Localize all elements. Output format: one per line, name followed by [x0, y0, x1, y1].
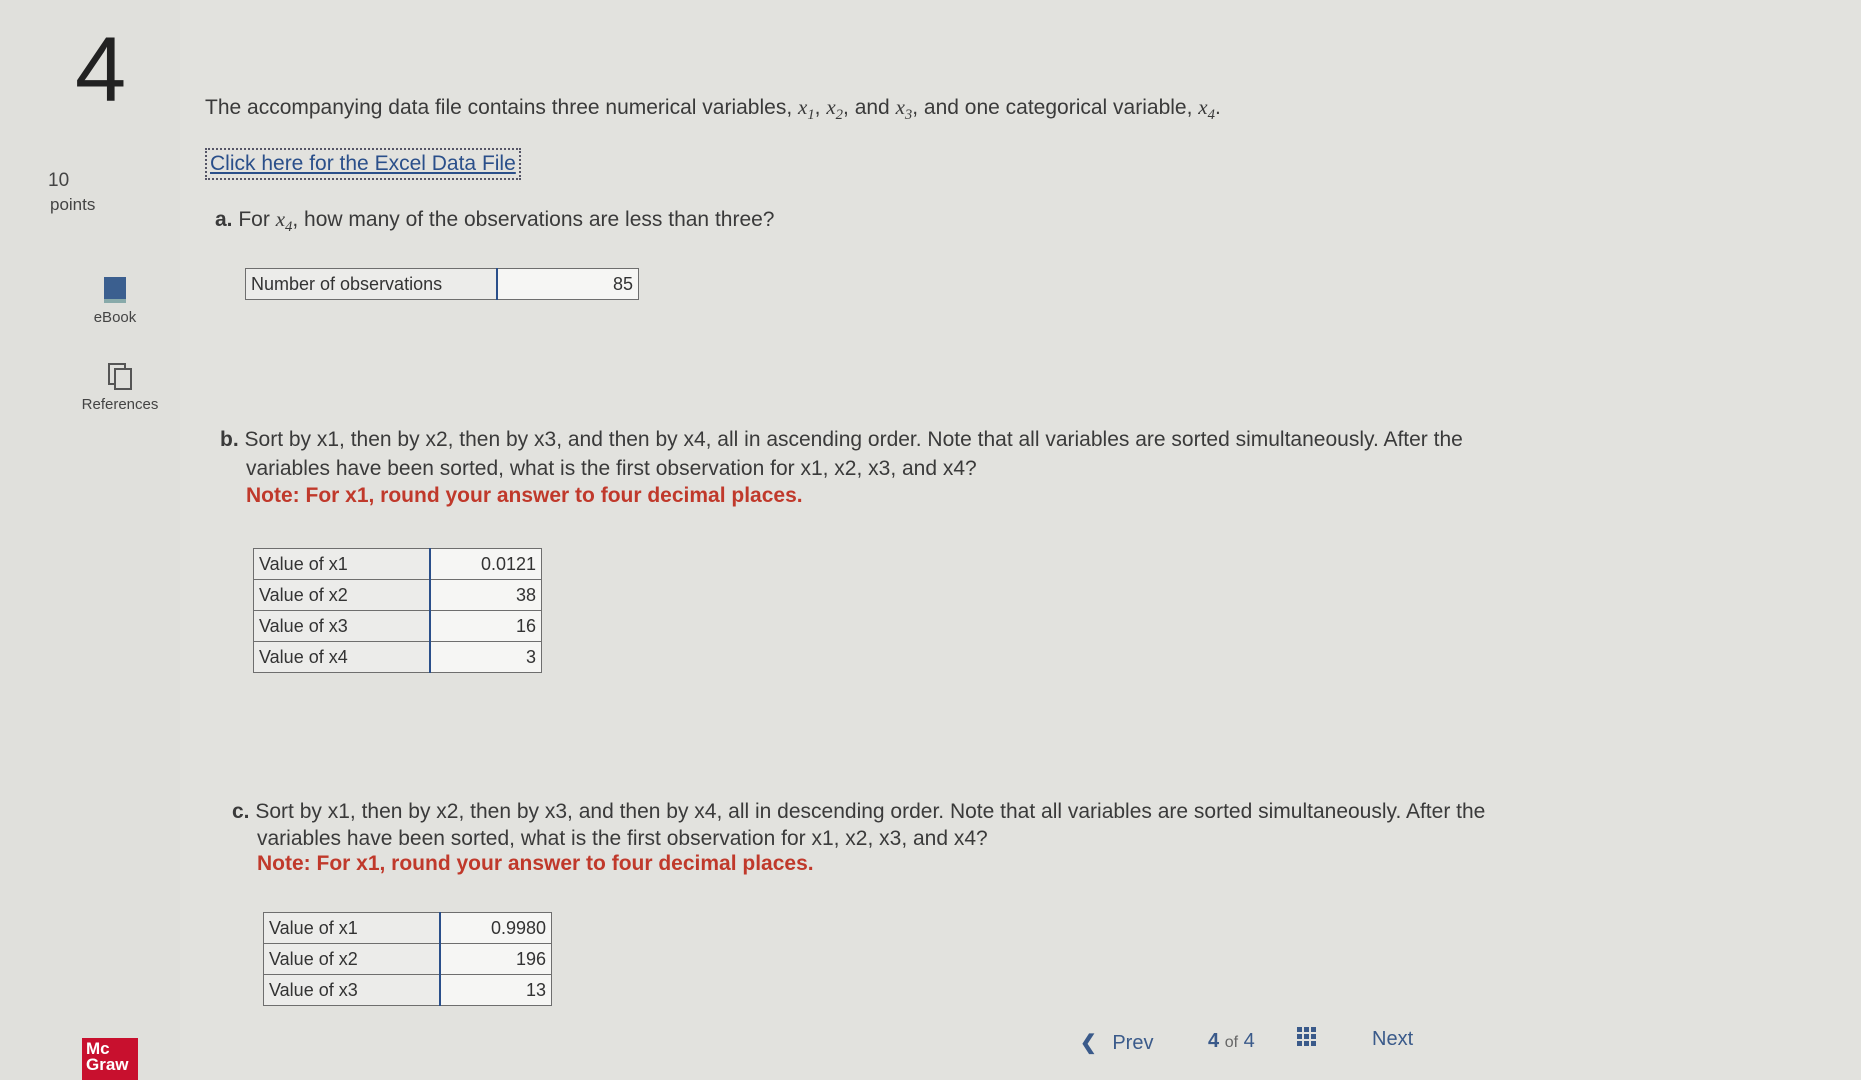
answer-input[interactable]: 3: [429, 641, 542, 673]
part-a-question: a. For x4, how many of the observations …: [215, 207, 775, 236]
references-button[interactable]: References: [70, 362, 170, 413]
part-b-note: Note: For x1, round your answer to four …: [246, 484, 803, 507]
next-button[interactable]: Next: [1372, 1028, 1413, 1051]
part-c-note: Note: For x1, round your answer to four …: [257, 852, 814, 875]
part-c-line1: c. Sort by x1, then by x2, then by x3, a…: [232, 800, 1486, 823]
table-row: Number of observations 85: [245, 268, 639, 300]
page-indicator: 4 of 4: [1208, 1030, 1255, 1053]
row-label: Value of x2: [263, 943, 441, 975]
row-label: Value of x3: [253, 610, 431, 642]
table-row: Value of x3 13: [263, 974, 552, 1006]
table-row: Value of x4 3: [253, 641, 542, 673]
table-row: Value of x2 196: [263, 943, 552, 975]
part-c-line2: variables have been sorted, what is the …: [257, 827, 988, 850]
mcgraw-logo: Mc Graw: [82, 1038, 138, 1080]
row-label: Value of x3: [263, 974, 441, 1006]
answer-input[interactable]: 0.9980: [439, 912, 552, 944]
row-label: Value of x1: [253, 548, 431, 580]
prev-label: Prev: [1112, 1032, 1154, 1054]
points-label: points: [50, 195, 96, 214]
table-row: Value of x3 16: [253, 610, 542, 642]
answer-input[interactable]: 196: [439, 943, 552, 975]
row-label: Value of x1: [263, 912, 441, 944]
documents-icon: [108, 363, 132, 390]
page-total: 4: [1243, 1030, 1255, 1052]
points-value: 10: [48, 170, 70, 191]
part-b-table: Value of x1 0.0121 Value of x2 38 Value of…: [253, 548, 542, 673]
part-c-table: Value of x1 0.9980 Value of x2 196 Value o…: [263, 912, 552, 1006]
prev-button[interactable]: ❮ Prev: [1080, 1030, 1153, 1055]
page-of: of: [1224, 1034, 1239, 1051]
left-column: [0, 0, 180, 1080]
book-icon: [104, 277, 126, 303]
answer-input[interactable]: 16: [429, 610, 542, 642]
chevron-left-icon: ❮: [1080, 1032, 1097, 1054]
observations-label: Number of observations: [245, 268, 498, 300]
part-b-line2: variables have been sorted, what is the …: [246, 457, 977, 480]
page-current: 4: [1208, 1030, 1220, 1052]
table-row: Value of x1 0.9980: [263, 912, 552, 944]
table-row: Value of x2 38: [253, 579, 542, 611]
ebook-button[interactable]: eBook: [80, 275, 150, 326]
ebook-label: eBook: [93, 309, 137, 326]
part-a-table: Number of observations 85: [245, 268, 639, 300]
intro-text: The accompanying data file contains thre…: [205, 95, 1221, 124]
excel-data-link[interactable]: Click here for the Excel Data File: [205, 148, 521, 180]
question-number: 4: [75, 19, 127, 121]
answer-input[interactable]: 13: [439, 974, 552, 1006]
part-b-line1: b. Sort by x1, then by x2, then by x3, a…: [220, 428, 1463, 451]
references-label: References: [81, 396, 159, 413]
row-label: Value of x4: [253, 641, 431, 673]
observations-input[interactable]: 85: [496, 268, 639, 300]
answer-input[interactable]: 38: [429, 579, 542, 611]
grid-icon[interactable]: [1296, 1026, 1318, 1048]
table-row: Value of x1 0.0121: [253, 548, 542, 580]
row-label: Value of x2: [253, 579, 431, 611]
answer-input[interactable]: 0.0121: [429, 548, 542, 580]
